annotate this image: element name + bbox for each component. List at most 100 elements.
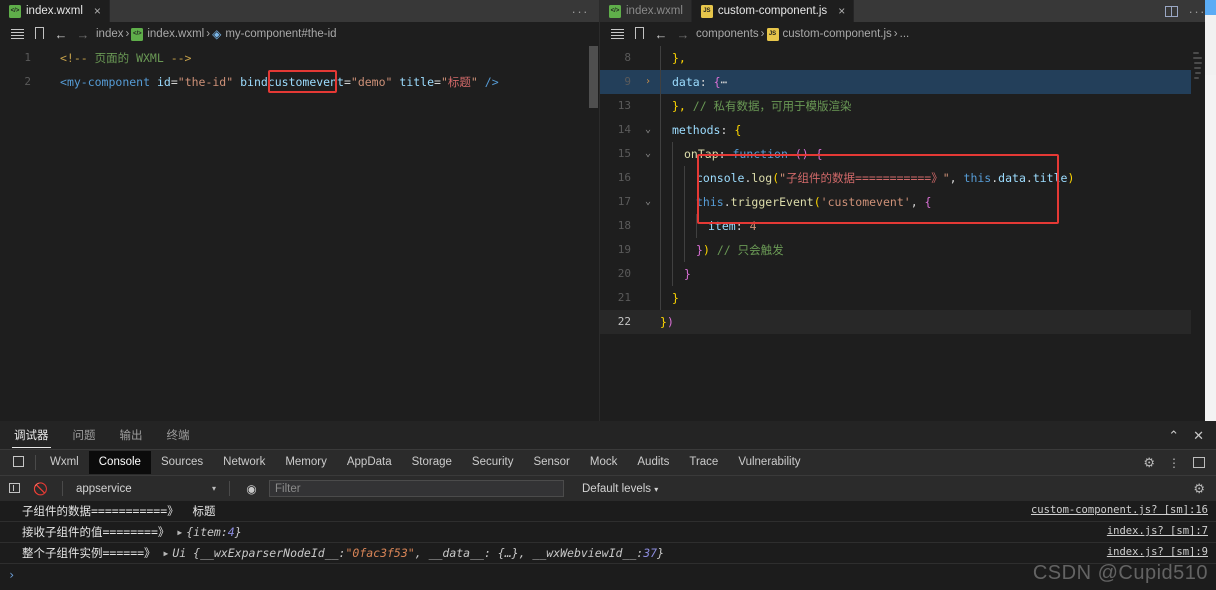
code-token: } xyxy=(696,243,703,257)
devtools-tab-audits[interactable]: Audits xyxy=(627,451,679,474)
code-line[interactable]: 1 <!-- 页面的 WXML --> xyxy=(0,46,599,70)
console-levels-select[interactable]: Default levels ▾ xyxy=(582,483,658,495)
breadcrumb-item-index[interactable]: index xyxy=(94,28,126,40)
code-token: ) xyxy=(702,243,710,257)
devtools-tab-security[interactable]: Security xyxy=(462,451,524,474)
console-source-link[interactable]: index.js? [sm]:9 xyxy=(1107,546,1208,558)
tab-index-wxml-right[interactable]: </> index.wxml xyxy=(600,0,692,22)
devtools-tab-mock[interactable]: Mock xyxy=(580,451,627,474)
code-token: // 私有数据，可用于模版渲染 xyxy=(692,99,852,113)
close-icon[interactable]: × xyxy=(838,5,845,17)
dock-panel-icon[interactable] xyxy=(1193,457,1205,468)
code-token: . xyxy=(723,195,731,209)
panel-tab-1[interactable]: 问题 xyxy=(73,421,96,449)
code-line[interactable]: 18 item: 4 xyxy=(600,214,1216,238)
more-icon[interactable]: ··· xyxy=(572,5,590,18)
devtools-tab-trace[interactable]: Trace xyxy=(679,451,728,474)
console-row[interactable]: 接收子组件的值========》 ▶ {item: 4} index.js? [sm]… xyxy=(0,522,1216,543)
arrow-left-icon[interactable]: ← xyxy=(650,27,672,42)
line-number: 16 xyxy=(617,171,631,184)
gear-icon[interactable]: ⚙ xyxy=(1193,481,1205,497)
tab-index-wxml[interactable]: </> index.wxml × xyxy=(0,0,110,22)
code-line[interactable]: 19}) // 只会触发 xyxy=(600,238,1216,262)
code-line[interactable]: 17 ⌄ this.triggerEvent('customevent', { xyxy=(600,190,1216,214)
devtools-tab-sensor[interactable]: Sensor xyxy=(523,451,579,474)
gear-icon[interactable]: ⚙ xyxy=(1143,455,1155,471)
devtools-tab-wxml[interactable]: Wxml xyxy=(40,451,89,474)
clear-console-icon[interactable]: 🚫 xyxy=(32,482,49,496)
code-line[interactable]: 8}, xyxy=(600,46,1216,70)
sidebar-toggle-icon[interactable] xyxy=(6,482,23,496)
devtools-tab-sources[interactable]: Sources xyxy=(151,451,213,474)
code-line[interactable]: 16 console.log("子组件的数据===========》", this… xyxy=(600,166,1216,190)
more-vertical-icon[interactable]: ⋮ xyxy=(1168,456,1180,470)
left-tabbar: </> index.wxml × ··· xyxy=(0,0,599,22)
code-text: this.triggerEvent('customevent', { xyxy=(656,190,1216,214)
left-vertical-scrollbar[interactable] xyxy=(588,46,599,421)
bookmark-icon[interactable] xyxy=(628,26,650,44)
code-token: 4 xyxy=(749,219,757,233)
code-line[interactable]: 20} xyxy=(600,262,1216,286)
left-code-surface[interactable]: 1 <!-- 页面的 WXML --> 2 <my-component id="the… xyxy=(0,46,599,94)
fold-toggle-icon[interactable]: ⌄ xyxy=(640,142,656,166)
panel-tab-3[interactable]: 终端 xyxy=(167,421,190,449)
expand-triangle-icon[interactable]: ▶ xyxy=(177,528,182,537)
arrow-right-icon[interactable]: → xyxy=(72,27,94,42)
fold-toggle-icon[interactable]: › xyxy=(640,70,656,94)
devtools-tab-memory[interactable]: Memory xyxy=(275,451,337,474)
console-source-link[interactable]: index.js? [sm]:7 xyxy=(1107,525,1208,537)
devtools-tab-console[interactable]: Console xyxy=(88,451,151,474)
devtools-tab-vulnerability[interactable]: Vulnerability xyxy=(728,451,810,474)
tabbar-filler xyxy=(854,0,1155,22)
console-row[interactable]: 子组件的数据===========》 标题 custom-component.js… xyxy=(0,501,1216,522)
panel-tab-2[interactable]: 输出 xyxy=(120,421,143,449)
code-text: <!-- 页面的 WXML --> xyxy=(56,46,599,70)
code-line[interactable]: 14 ⌄ methods: { xyxy=(600,118,1216,142)
bookmark-icon[interactable] xyxy=(28,26,50,44)
right-code-surface[interactable]: 8}, 9 › data: {⋯ 13}, // 私有数据，可用于模版渲染 14 ⌄ meth… xyxy=(600,46,1216,334)
fold-toggle-icon[interactable]: ⌄ xyxy=(640,118,656,142)
console-context-select[interactable]: appservice ▾ xyxy=(76,483,216,495)
arrow-left-icon[interactable]: ← xyxy=(50,27,72,42)
code-line[interactable]: 13}, // 私有数据，可用于模版渲染 xyxy=(600,94,1216,118)
editor-minimap[interactable] xyxy=(1191,46,1205,421)
js-file-icon: JS xyxy=(700,4,713,18)
outline-list-icon[interactable] xyxy=(606,27,628,42)
devtools-tab-network[interactable]: Network xyxy=(213,451,275,474)
code-line[interactable]: 15 ⌄ onTap: function () { xyxy=(600,142,1216,166)
devtools-tab-appdata[interactable]: AppData xyxy=(337,451,402,474)
code-line[interactable]: 2 <my-component id="the-id" bindcustomeve… xyxy=(0,70,599,94)
arrow-right-icon[interactable]: → xyxy=(672,27,694,42)
more-icon[interactable]: ··· xyxy=(1189,5,1207,18)
code-token: onTap xyxy=(684,147,719,161)
breadcrumb-item-ellipsis[interactable]: ... xyxy=(898,28,912,40)
breadcrumb-item-components[interactable]: components xyxy=(694,28,761,40)
live-expression-icon[interactable]: ◉ xyxy=(243,482,260,496)
indent-guide xyxy=(684,166,685,190)
panel-tab-0[interactable]: 调试器 xyxy=(12,421,50,449)
console-filter-input[interactable] xyxy=(269,480,564,497)
console-row[interactable]: 整个子组件实例======》 ▶ Ui {__wxExparserNodeId__:… xyxy=(0,543,1216,564)
expand-triangle-icon[interactable]: ▶ xyxy=(164,549,169,558)
editor-pane-left: </> index.wxml × ··· ← → index › </> ind… xyxy=(0,0,600,421)
inspect-element-icon[interactable] xyxy=(5,455,31,470)
split-editor-icon[interactable] xyxy=(1164,5,1178,17)
collapse-icon[interactable]: ⌃ xyxy=(1168,429,1179,442)
devtools-tab-storage[interactable]: Storage xyxy=(402,451,462,474)
breadcrumb-item-file[interactable]: </> index.wxml xyxy=(129,27,206,41)
console-settings[interactable]: ⚙ xyxy=(1193,481,1216,497)
code-line[interactable]: 22}) xyxy=(600,310,1216,334)
outline-list-icon[interactable] xyxy=(6,27,28,42)
breadcrumb-item-file[interactable]: JS custom-component.js xyxy=(765,27,894,41)
code-token: this xyxy=(696,195,724,209)
tab-custom-component-js[interactable]: JS custom-component.js × xyxy=(691,0,855,22)
close-icon[interactable]: ✕ xyxy=(1193,429,1204,442)
close-icon[interactable]: × xyxy=(94,5,101,17)
breadcrumb-item-symbol[interactable]: ◈ my-component#the-id xyxy=(210,27,338,41)
code-line[interactable]: 9 › data: {⋯ xyxy=(600,70,1216,94)
code-token: id xyxy=(156,75,171,89)
code-line[interactable]: 21} xyxy=(600,286,1216,310)
fold-toggle-icon[interactable]: ⌄ xyxy=(640,190,656,214)
devtools-actions: ⚙ ⋮ xyxy=(1143,455,1216,471)
console-source-link[interactable]: custom-component.js? [sm]:16 xyxy=(1031,504,1208,516)
